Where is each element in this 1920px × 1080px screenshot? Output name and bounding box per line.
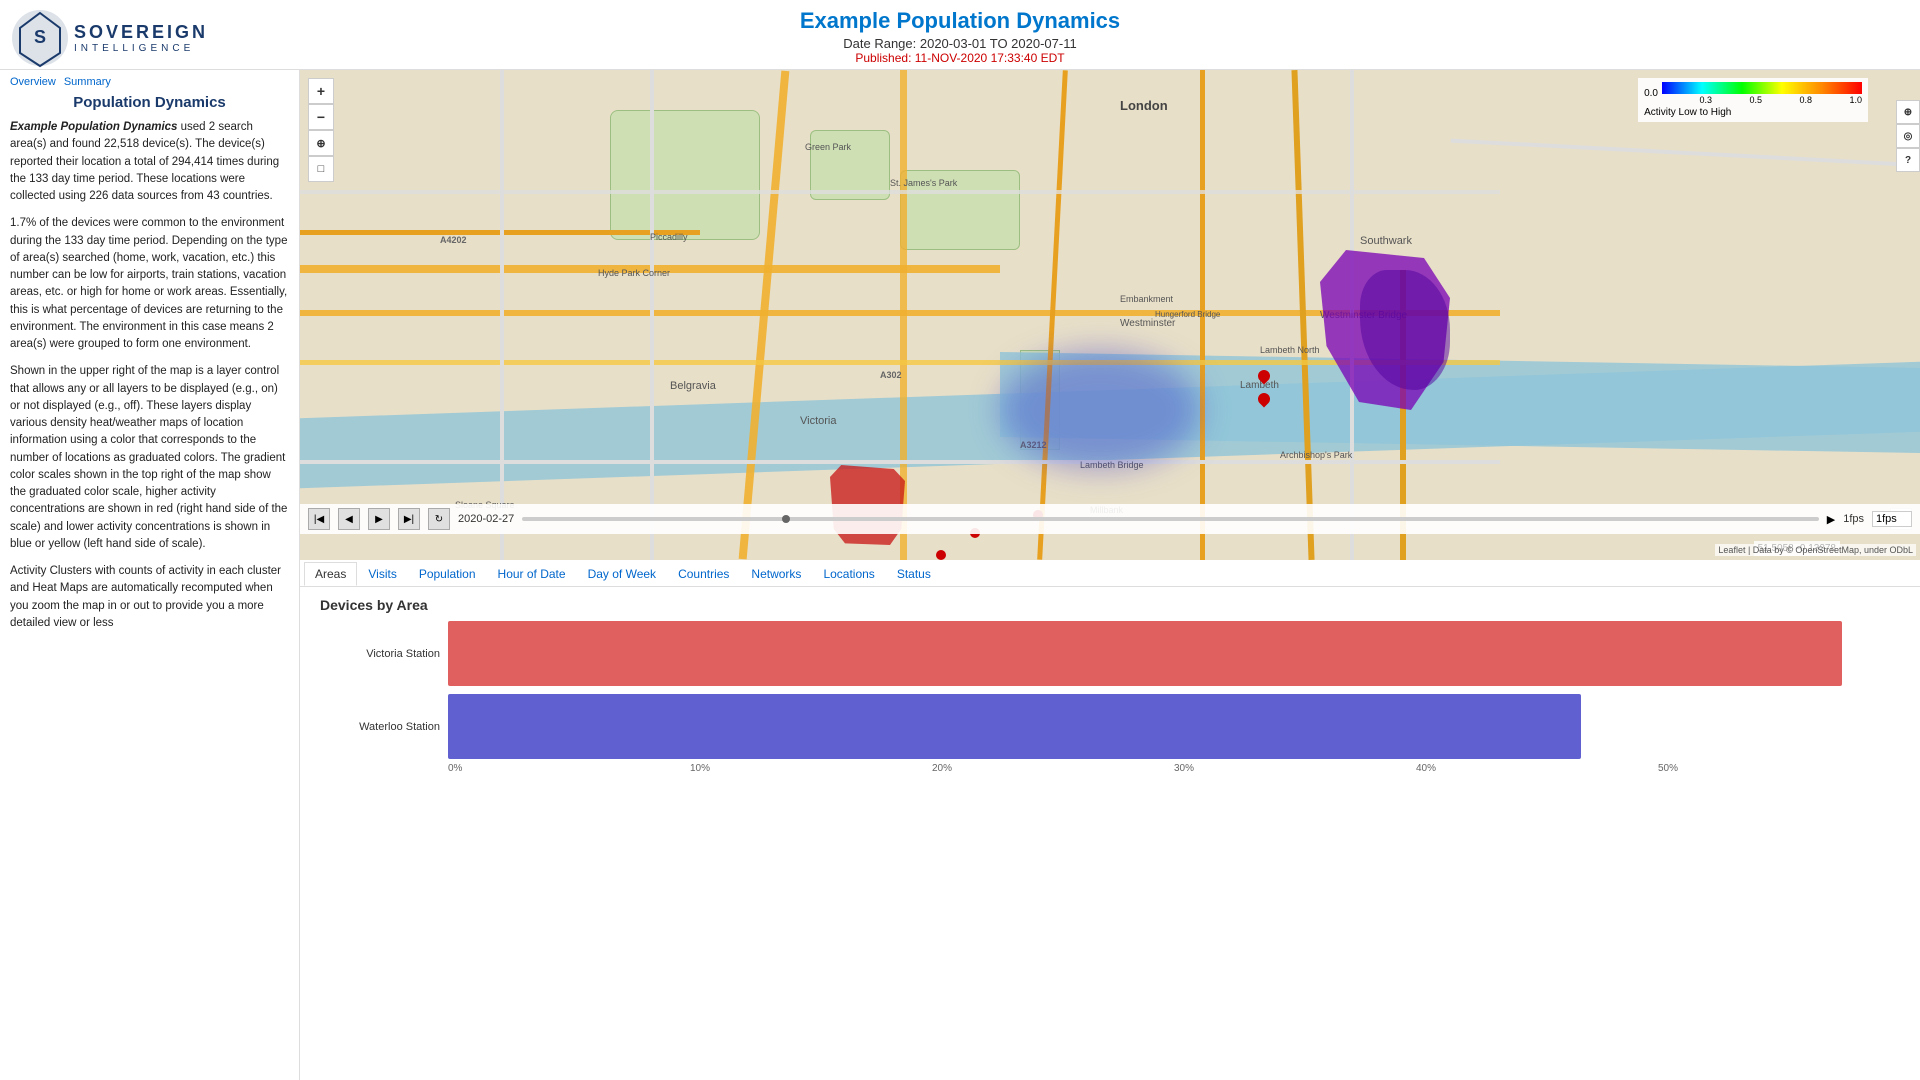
label-southwark: Southwark [1360,235,1412,247]
bar-waterloo-station [448,694,1581,759]
tab-locations[interactable]: Locations [812,562,885,586]
sidebar-para-3: Shown in the upper right of the map is a… [10,363,289,553]
sidebar-para-2: 1.7% of the devices were common to the e… [10,215,289,353]
timeline-fps: 1fps [1843,513,1864,525]
bar-label: Waterloo Station [320,721,440,733]
map-attribution: Leaflet | Data by © OpenStreetMap, under… [1715,544,1916,556]
legend-tick-1: 0.3 [1699,95,1712,105]
label-westminster: Westminster [1120,318,1175,329]
tab-bar: AreasVisitsPopulationHour of DateDay of … [300,560,1920,587]
heatmap-blue-thames [1000,350,1200,470]
published-date: Published: 11-NOV-2020 17:33:40 EDT [855,51,1064,65]
zoom-out-button[interactable]: − [308,104,334,130]
timeline-play-icon: ▶ [1827,513,1835,526]
map-legend: 0.0 0.3 0.5 0.8 1.0 Activity Low to High [1638,78,1868,122]
tab-hour-of-date[interactable]: Hour of Date [487,562,577,586]
page-header: Example Population Dynamics Date Range: … [0,0,1920,70]
legend-tick-3: 0.8 [1799,95,1812,105]
x-axis: 0%10%20%30%40%50% [448,763,1900,774]
bar-row: Waterloo Station [320,694,1900,759]
hyde-park [610,110,760,240]
road-borough [1200,70,1205,560]
tab-population[interactable]: Population [408,562,487,586]
tab-networks[interactable]: Networks [740,562,812,586]
layer-toggle-1[interactable]: ⊕ [1896,100,1920,124]
road-embankment [300,360,1500,365]
timeline-play[interactable]: ▶ [368,508,390,530]
timeline-skip-end[interactable]: ▶| [398,508,420,530]
sidebar-para-4: Activity Clusters with counts of activit… [10,563,289,632]
x-tick: 10% [690,763,932,774]
x-tick: 40% [1416,763,1658,774]
bar-container [448,621,1900,686]
nav-overview[interactable]: Overview [10,76,56,88]
road-brom [650,70,654,560]
nav-links: Overview Summary [10,76,289,88]
page-title: Example Population Dynamics [800,8,1120,34]
label-a302: A302 [880,370,902,380]
layer-toggle-2[interactable]: ◎ [1896,124,1920,148]
timeline-skip-start[interactable]: |◀ [308,508,330,530]
road-union [1451,139,1920,206]
date-range: Date Range: 2020-03-01 TO 2020-07-11 [843,36,1076,51]
timeline-date: 2020-02-27 [458,513,514,525]
bar-row: Victoria Station [320,621,1900,686]
layer-toggle-3[interactable]: ? [1896,148,1920,172]
tab-countries[interactable]: Countries [667,562,740,586]
nav-summary[interactable]: Summary [64,76,111,88]
main-layout: Overview Summary Population Dynamics Exa… [0,70,1920,1080]
tab-areas[interactable]: Areas [304,562,357,586]
tab-status[interactable]: Status [886,562,942,586]
x-tick: 50% [1658,763,1900,774]
x-tick: 30% [1174,763,1416,774]
map-timeline: |◀ ◀ ▶ ▶| ↻ 2020-02-27 ▶ 1fps [300,504,1920,534]
road-sloane [500,70,504,560]
x-tick: 20% [932,763,1174,774]
legend-tick-2: 0.5 [1749,95,1762,105]
map-marker-3[interactable] [936,550,946,560]
legend-label: Activity Low to High [1644,107,1862,118]
layer-controls: ⊕ ◎ ? [1896,100,1920,172]
map-tiles: London Westminster Lambeth Belgravia Vic… [300,70,1920,560]
sidebar-title: Population Dynamics [10,94,289,111]
road-lower [300,460,1500,464]
bar-label: Victoria Station [320,648,440,660]
legend-tick-4: 1.0 [1849,95,1862,105]
sidebar: Overview Summary Population Dynamics Exa… [0,70,300,1080]
label-lambeth-north: Lambeth North [1260,345,1320,355]
sidebar-para-1: Example Population Dynamics used 2 searc… [10,119,289,205]
label-belgravia: Belgravia [670,380,716,392]
road-oxford [300,190,1500,194]
map-zoom-controls: + − ⊕ □ [308,78,334,182]
sidebar-strong-1: Example Population Dynamics [10,121,177,133]
bar-chart: Victoria Station Waterloo Station [320,621,1900,759]
label-london: London [1120,98,1168,113]
label-a4202: A4202 [440,235,467,245]
map-container[interactable]: London Westminster Lambeth Belgravia Vic… [300,70,1920,560]
timeline-refresh[interactable]: ↻ [428,508,450,530]
x-tick: 0% [448,763,690,774]
bar-container [448,694,1900,759]
map-square-button[interactable]: □ [308,156,334,182]
label-embankment: Embankment [1120,294,1173,304]
bar-victoria-station [448,621,1842,686]
st-james-park [900,170,1020,250]
legend-gradient [1662,82,1862,94]
tab-visits[interactable]: Visits [357,562,407,586]
zoom-reset-button[interactable]: ⊕ [308,130,334,156]
legend-low-val: 0.0 [1644,88,1658,99]
legend-bar: 0.0 0.3 0.5 0.8 1.0 [1644,82,1862,105]
timeline-prev[interactable]: ◀ [338,508,360,530]
chart-area: Devices by Area Victoria Station Waterloo… [300,587,1920,1080]
timeline-slider[interactable] [522,517,1818,521]
timeline-fps-input[interactable] [1872,511,1912,527]
tab-day-of-week[interactable]: Day of Week [577,562,667,586]
zoom-in-button[interactable]: + [308,78,334,104]
content-area: London Westminster Lambeth Belgravia Vic… [300,70,1920,1080]
chart-title: Devices by Area [320,597,1900,613]
